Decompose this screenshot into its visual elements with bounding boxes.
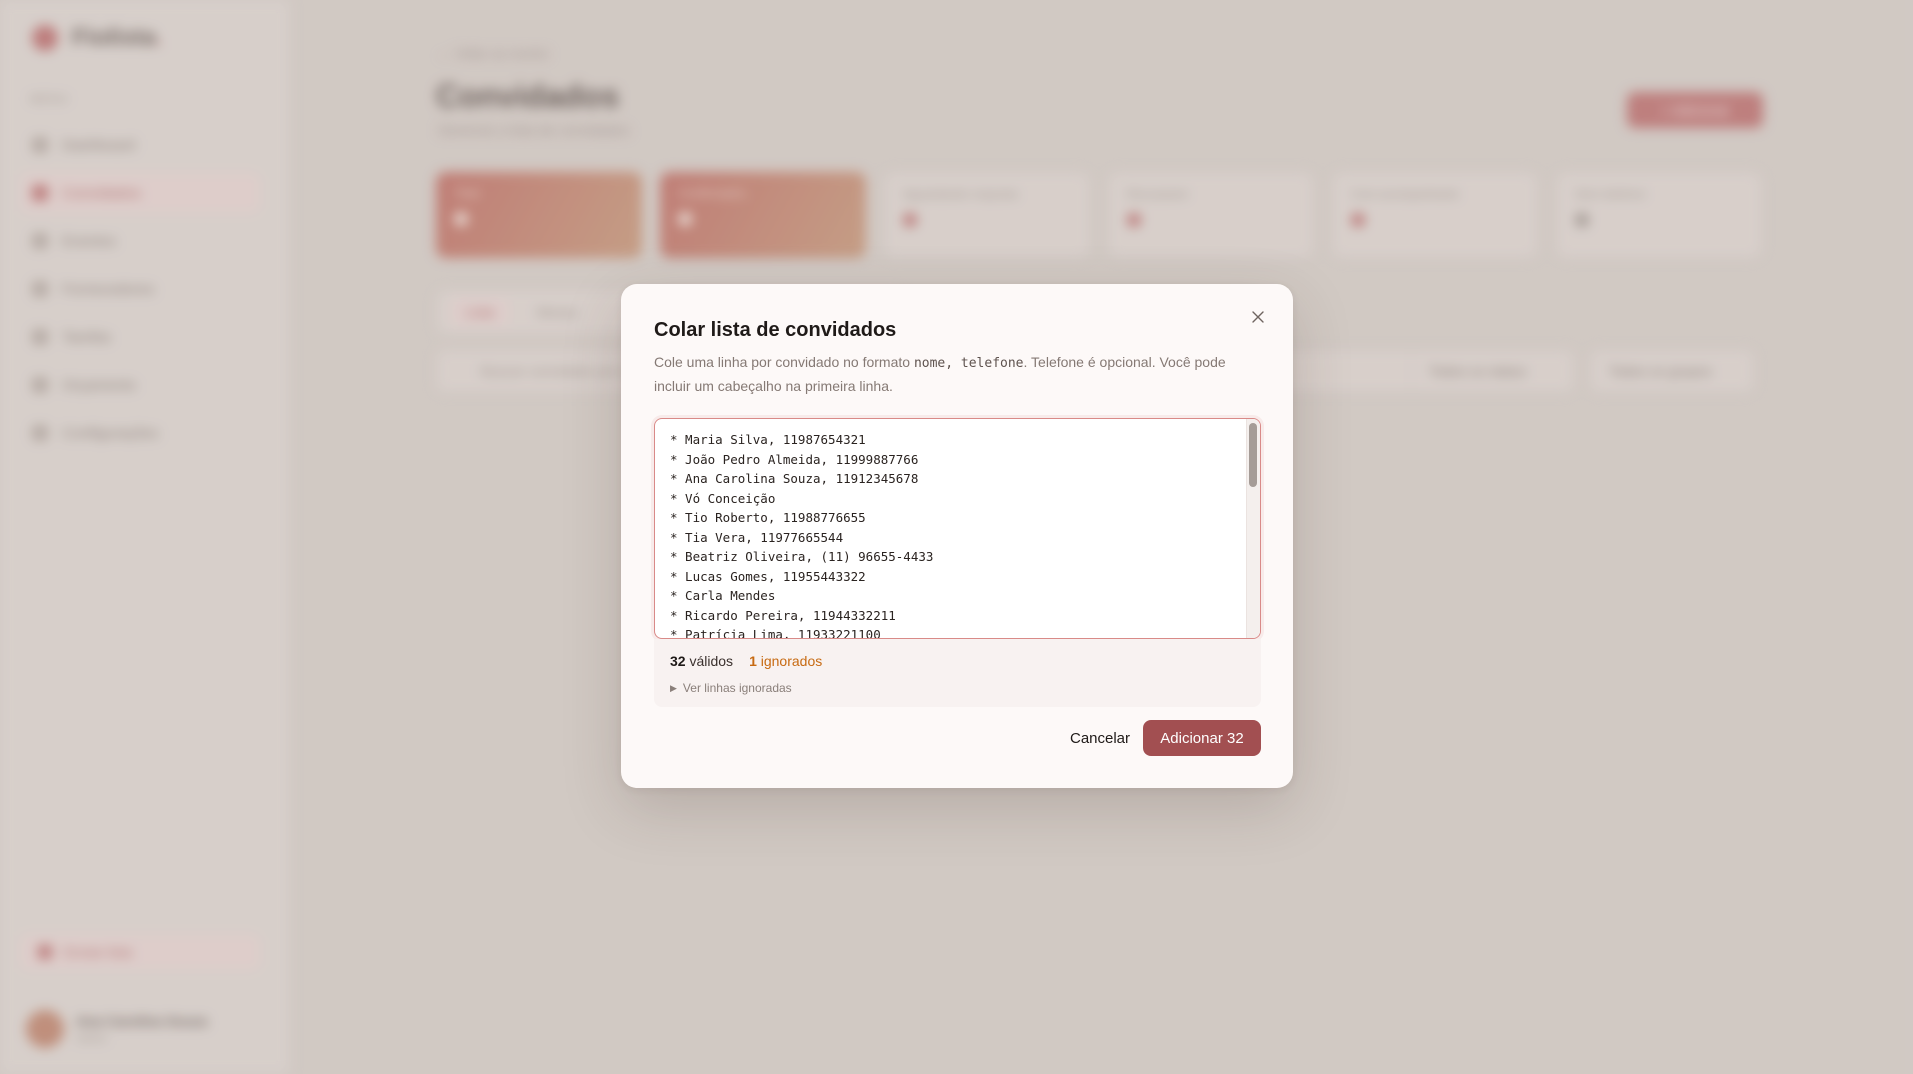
dialog-description: Cole uma linha por convidado no formato … xyxy=(654,354,1226,394)
textarea-line: * Ricardo Pereira, 11944332211 xyxy=(670,607,896,623)
textarea-line: * Tia Vera, 11977665544 xyxy=(670,529,844,545)
ignored-count: 1 ignorados xyxy=(749,653,823,669)
textarea-line: * Lucas Gomes, 11955443322 xyxy=(670,568,866,584)
textarea-content: * Maria Silva, 11987654321 * João Pedro A… xyxy=(670,430,1240,639)
textarea-line: * Ana Carolina Souza, 11912345678 xyxy=(670,471,919,486)
textarea-line: * João Pedro Almeida, 11999887766 xyxy=(670,451,919,467)
textarea-line: * Patrícia Lima, 11933221100 xyxy=(670,627,881,639)
add-guests-button[interactable]: Adicionar 32 xyxy=(1143,720,1261,756)
textarea-line: * Tio Roberto, 11988776655 xyxy=(670,510,866,525)
textarea-line: * Vó Conceição xyxy=(670,490,776,506)
parse-summary: 32 válidos 1 ignorados ▶ Ver linhas igno… xyxy=(654,639,1261,707)
textarea-line: * Carla Mendes xyxy=(670,588,776,603)
close-icon xyxy=(1252,311,1264,323)
close-button[interactable] xyxy=(1245,304,1271,330)
textarea-line: * Maria Silva, 11987654321 xyxy=(670,432,866,447)
dialog-title: Colar lista de convidados xyxy=(654,319,897,341)
valid-count: 32 válidos xyxy=(670,653,734,669)
triangle-right-icon: ▶ xyxy=(670,682,677,693)
textarea-scrollbar[interactable] xyxy=(1246,419,1260,638)
guest-list-textarea[interactable]: * Maria Silva, 11987654321 * João Pedro A… xyxy=(654,418,1261,639)
paste-guests-dialog: Colar lista de convidados Cole uma linha… xyxy=(621,284,1293,788)
textarea-line: * Beatriz Oliveira, (11) 96655-4433 xyxy=(670,549,934,564)
cancel-button[interactable]: Cancelar xyxy=(1050,720,1150,756)
scrollbar-thumb[interactable] xyxy=(1249,423,1257,487)
show-ignored-lines-toggle[interactable]: ▶ Ver linhas ignoradas xyxy=(670,681,792,695)
format-hint: nome, telefone xyxy=(913,356,1024,371)
